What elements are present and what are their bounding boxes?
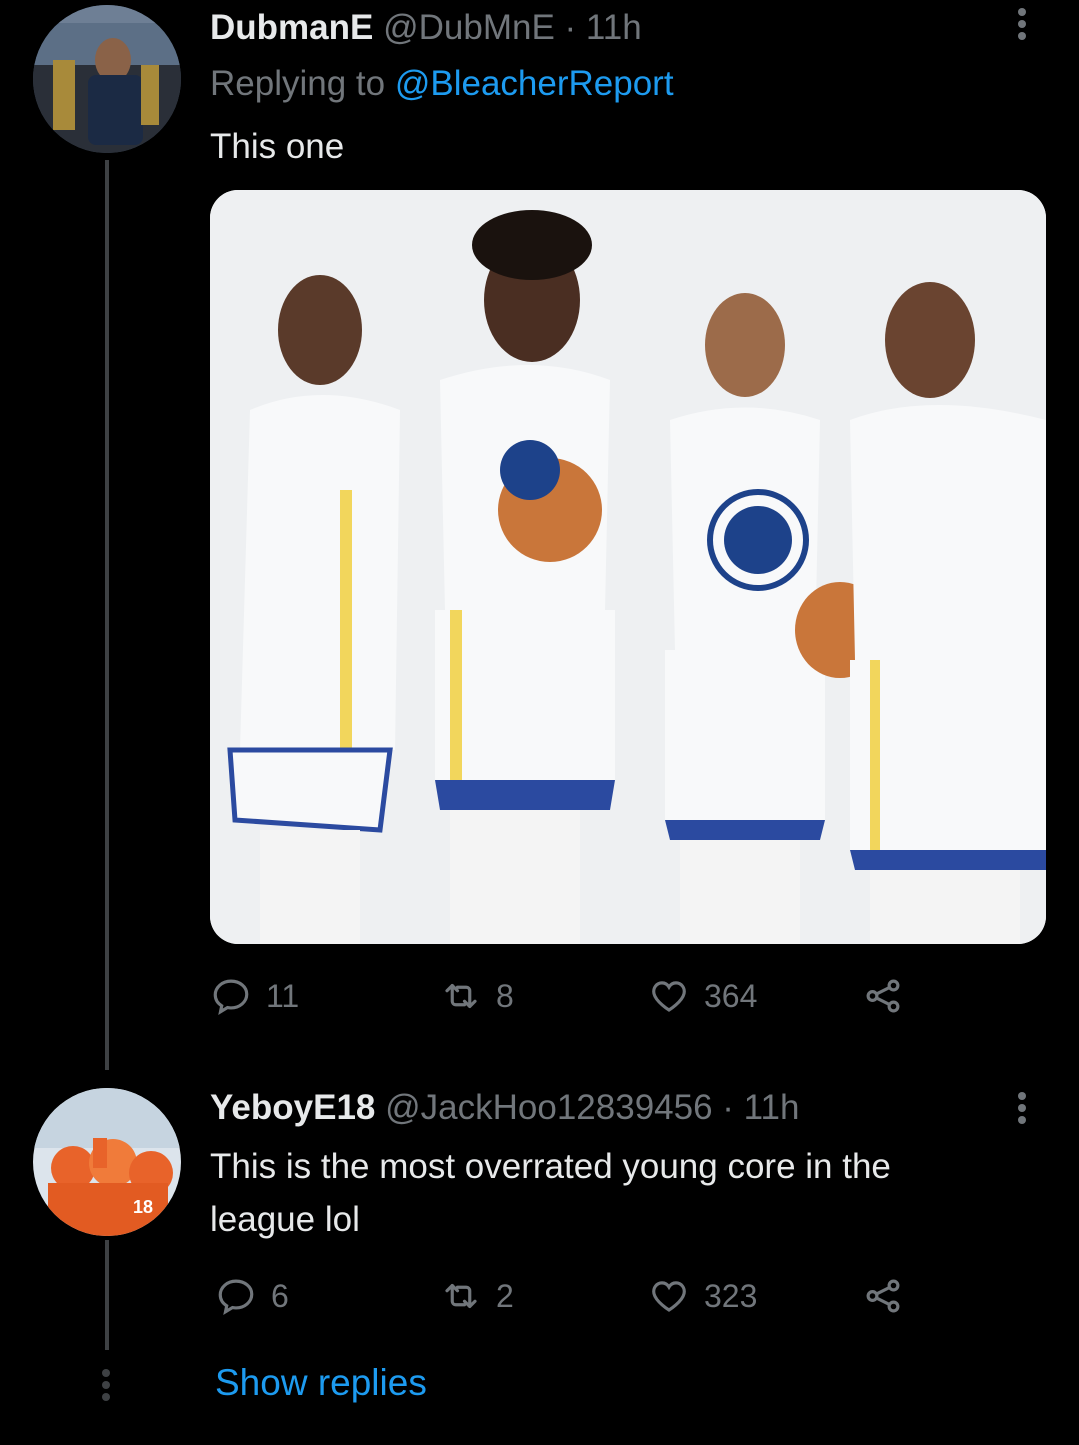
tweet-header: DubmanE @DubMnE · 11h [210, 8, 642, 48]
like-button[interactable]: 323 [648, 1275, 757, 1317]
replying-prefix: Replying to [210, 64, 395, 103]
share-icon [866, 979, 900, 1013]
like-count: 364 [704, 977, 758, 1014]
user-handle[interactable]: @JackHoo12839456 [385, 1088, 712, 1127]
retweet-count: 8 [496, 977, 514, 1014]
thread-collapsed-dots[interactable] [101, 1365, 111, 1405]
thread-connector-line [105, 1240, 109, 1350]
display-name[interactable]: YeboyE18 [210, 1088, 375, 1127]
like-count: 323 [704, 1277, 758, 1314]
retweet-icon [445, 1283, 477, 1309]
more-icon[interactable] [1017, 4, 1027, 44]
avatar-championship-photo [33, 5, 181, 153]
retweet-icon [445, 983, 477, 1009]
timestamp[interactable]: · 11h [565, 8, 642, 47]
avatar-football-team-photo: 18 [33, 1088, 181, 1236]
mention-link[interactable]: @BleacherReport [395, 64, 674, 103]
like-button[interactable]: 364 [648, 975, 757, 1017]
tweet-text-line: This is the most overrated young core in… [210, 1147, 891, 1186]
more-icon[interactable] [1017, 1088, 1027, 1128]
avatar[interactable]: 18 [33, 1088, 181, 1236]
replying-to-line: Replying to @BleacherReport [210, 64, 674, 104]
retweet-button[interactable]: 2 [440, 1275, 514, 1317]
tweet-actions: 11 8 364 [210, 975, 950, 1025]
svg-text:18: 18 [133, 1197, 153, 1217]
tweet-text: This one [210, 127, 345, 166]
tweet-text: This is the most overrated young core in… [210, 1140, 1030, 1246]
avatar[interactable] [33, 5, 181, 153]
like-icon [652, 1281, 686, 1312]
tweet-actions: 6 2 323 [210, 1275, 950, 1325]
retweet-button[interactable]: 8 [440, 975, 514, 1017]
retweet-count: 2 [496, 1277, 514, 1314]
share-icon [866, 1279, 900, 1313]
like-icon [652, 981, 686, 1012]
basketball-players-photo [210, 190, 1046, 944]
tweet-header: YeboyE18 @JackHoo12839456 · 11h [210, 1088, 799, 1128]
share-button[interactable] [862, 975, 918, 1017]
timestamp[interactable]: · 11h [722, 1088, 799, 1127]
reply-button[interactable]: 6 [215, 1275, 289, 1317]
share-button[interactable] [862, 1275, 918, 1317]
tweet-media-photo[interactable] [210, 190, 1046, 944]
thread-connector-line [105, 160, 109, 1070]
reply-icon [218, 1279, 254, 1315]
reply-icon [213, 979, 249, 1015]
reply-count: 6 [271, 1277, 289, 1314]
reply-button[interactable]: 11 [210, 975, 299, 1017]
tweet-text-line: league lol [210, 1200, 360, 1239]
user-handle[interactable]: @DubMnE [383, 8, 555, 47]
reply-count: 11 [266, 977, 300, 1014]
show-replies-link[interactable]: Show replies [215, 1362, 427, 1404]
display-name[interactable]: DubmanE [210, 8, 373, 47]
